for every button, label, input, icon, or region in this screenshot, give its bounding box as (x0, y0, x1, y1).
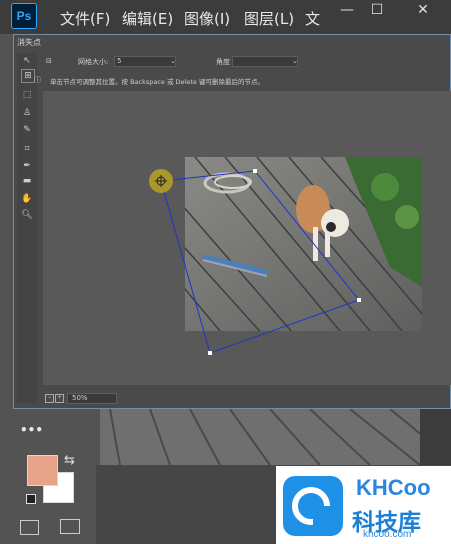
zoom-select[interactable]: 50% (67, 393, 117, 404)
angle-label: 角度 (216, 58, 230, 66)
menu-layer[interactable]: 图层(L) (244, 8, 294, 29)
info-bar: ⓘ 单击节点可调整其位置。按 Backspace 或 Delete 键可删除最后… (30, 74, 451, 88)
zoom-value: 50% (72, 394, 88, 402)
dialog-statusbar: − + 50% (43, 393, 343, 405)
screen-mode-icon[interactable] (60, 519, 80, 534)
menu-file[interactable]: 文件(F) (60, 8, 110, 29)
chevron-down-icon[interactable]: ⌄ (170, 57, 176, 65)
menu-text[interactable]: 文 (305, 8, 320, 29)
photoshop-logo: Ps (11, 3, 37, 29)
info-icon: ⓘ (34, 76, 41, 84)
swap-colors-icon[interactable]: ⇆ (64, 453, 75, 468)
menu-edit[interactable]: 编辑(E) (122, 8, 173, 29)
menu-image[interactable]: 图像(I) (184, 8, 230, 29)
dialog-toolbar: ↖ ⊞ ⬚ ♙ ✎ ⌗ ✒ ▬ ✋ 🔍︎ (17, 53, 37, 403)
foreground-color-swatch[interactable] (27, 455, 58, 486)
transform-tool-icon[interactable]: ⌗ (21, 143, 33, 155)
watermark-url: khcoo.com (363, 529, 412, 540)
angle-field[interactable] (232, 56, 298, 67)
vanishing-point-dialog: 消失点 ↖ ⊞ ⬚ ♙ ✎ ⌗ ✒ ▬ ✋ 🔍︎ ⊟ 网格大小: 5 ⌄ 角度 … (13, 34, 451, 409)
measure-tool-icon[interactable]: ▬ (21, 175, 33, 187)
options-bar: ⊟ 网格大小: 5 ⌄ 角度 ⌄ (30, 53, 451, 73)
dialog-title: 消失点 (17, 38, 41, 47)
grid-size-label: 网格大小: (78, 58, 109, 66)
preview-canvas[interactable] (43, 91, 451, 385)
grid-size-field[interactable]: 5 (114, 56, 176, 67)
grid-size-value: 5 (117, 57, 122, 65)
hand-tool-icon[interactable]: ✋ (21, 193, 33, 205)
chevron-down-icon[interactable]: ⌄ (292, 57, 298, 65)
zoom-tool-icon[interactable]: 🔍︎ (21, 209, 33, 221)
stamp-tool-icon[interactable]: ♙ (21, 107, 33, 119)
info-text: 单击节点可调整其位置。按 Backspace 或 Delete 键可删除最后的节… (50, 78, 264, 86)
default-colors-icon[interactable] (26, 494, 36, 504)
grid-icon: ⊟ (46, 57, 52, 65)
menu-bar: Ps 文件(F) 编辑(E) 图像(I) 图层(L) 文 — ☐ ✕ (0, 0, 451, 34)
zoom-in-icon[interactable]: + (55, 394, 64, 403)
eyedropper-tool-icon[interactable]: ✒ (21, 160, 33, 172)
marquee-tool-icon[interactable]: ⬚ (21, 89, 33, 101)
minimize-icon[interactable]: — (334, 0, 360, 20)
document-canvas[interactable] (100, 409, 451, 465)
close-icon[interactable]: ✕ (410, 0, 436, 20)
khcoo-logo-icon (283, 476, 343, 536)
brush-tool-icon[interactable]: ✎ (21, 124, 33, 136)
zoom-out-icon[interactable]: − (45, 394, 54, 403)
watermark-brand: KHCoo (356, 475, 431, 500)
perspective-plane[interactable] (43, 91, 451, 385)
more-tools-icon[interactable]: ••• (20, 423, 43, 437)
maximize-icon[interactable]: ☐ (364, 0, 390, 20)
quick-mask-icon[interactable] (20, 520, 39, 535)
